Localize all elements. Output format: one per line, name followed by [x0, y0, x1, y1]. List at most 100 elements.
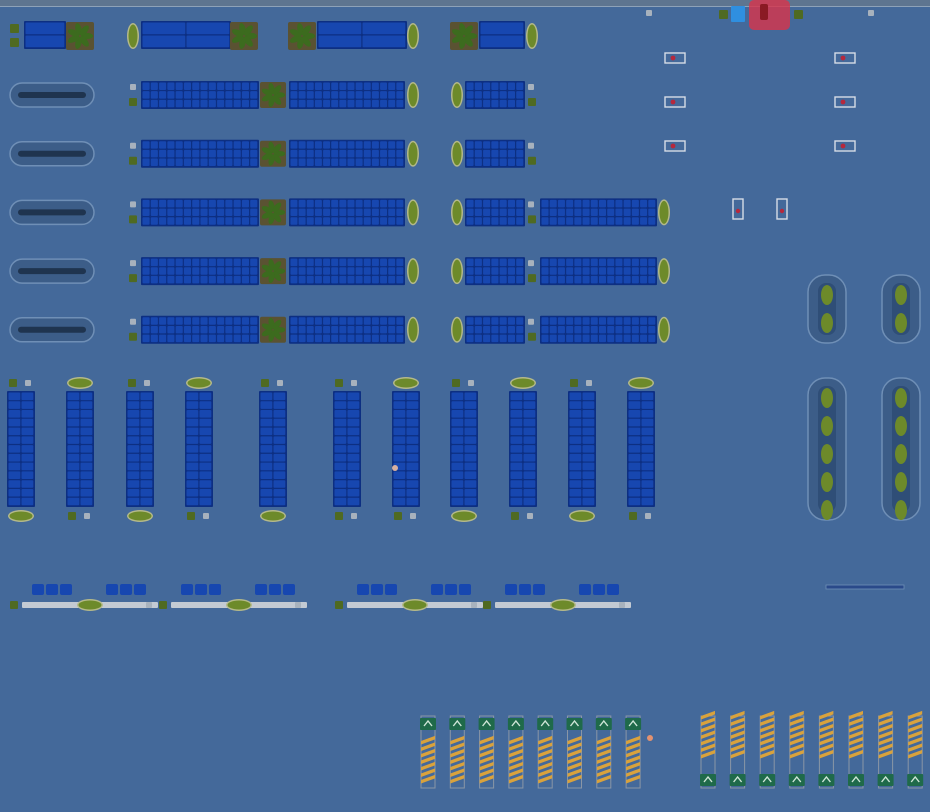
- seat[interactable]: [331, 199, 339, 208]
- seat[interactable]: [623, 267, 631, 275]
- seat[interactable]: [331, 158, 339, 166]
- seat[interactable]: [339, 158, 347, 166]
- seat[interactable]: [640, 275, 648, 284]
- seat[interactable]: [393, 445, 406, 453]
- seat[interactable]: [541, 275, 549, 284]
- seat[interactable]: [260, 410, 273, 418]
- seat[interactable]: [186, 392, 199, 401]
- seat[interactable]: [631, 199, 639, 208]
- seat[interactable]: [623, 275, 631, 284]
- seat[interactable]: [648, 258, 656, 267]
- seat[interactable]: [142, 99, 150, 108]
- seat[interactable]: [67, 410, 80, 418]
- seat[interactable]: [557, 258, 565, 267]
- seat[interactable]: [260, 445, 273, 453]
- seat[interactable]: [466, 258, 474, 267]
- seat[interactable]: [363, 208, 371, 217]
- seat[interactable]: [466, 267, 474, 275]
- seat[interactable]: [549, 325, 557, 334]
- seat[interactable]: [183, 325, 192, 334]
- seat[interactable]: [396, 267, 404, 275]
- seat[interactable]: [127, 488, 140, 497]
- seat[interactable]: [217, 208, 225, 217]
- seat[interactable]: [371, 149, 379, 158]
- seat[interactable]: [483, 275, 491, 284]
- seat[interactable]: [250, 149, 258, 158]
- seat[interactable]: [464, 445, 477, 453]
- seat[interactable]: [507, 334, 516, 343]
- gate-left[interactable]: [507, 715, 524, 789]
- seat[interactable]: [569, 427, 582, 436]
- seat[interactable]: [339, 208, 347, 217]
- seat[interactable]: [290, 208, 298, 217]
- seat[interactable]: [21, 436, 34, 444]
- seat[interactable]: [491, 325, 499, 334]
- seat[interactable]: [491, 217, 499, 225]
- seat[interactable]: [192, 258, 200, 267]
- seat[interactable]: [192, 158, 200, 166]
- security-post-icon[interactable]: [664, 52, 686, 64]
- seat[interactable]: [466, 325, 474, 334]
- seat[interactable]: [290, 275, 298, 284]
- seat[interactable]: [464, 471, 477, 479]
- seat[interactable]: [582, 267, 590, 275]
- seat[interactable]: [459, 584, 471, 595]
- seat[interactable]: [208, 275, 216, 284]
- seat[interactable]: [549, 199, 557, 208]
- seat[interactable]: [523, 401, 536, 409]
- seat[interactable]: [67, 488, 80, 497]
- seat[interactable]: [491, 208, 499, 217]
- seat[interactable]: [298, 317, 306, 325]
- seat[interactable]: [8, 427, 21, 436]
- seat[interactable]: [406, 410, 419, 418]
- seat[interactable]: [142, 334, 150, 343]
- seat[interactable]: [127, 401, 140, 409]
- seat[interactable]: [175, 149, 183, 158]
- seat[interactable]: [569, 471, 582, 479]
- seat[interactable]: [499, 258, 507, 267]
- seat[interactable]: [233, 158, 241, 166]
- seat[interactable]: [217, 334, 225, 343]
- seat[interactable]: [134, 584, 146, 595]
- seat[interactable]: [225, 91, 233, 99]
- seat[interactable]: [566, 208, 574, 217]
- seat[interactable]: [233, 141, 241, 149]
- seat[interactable]: [582, 317, 590, 325]
- seat[interactable]: [175, 334, 183, 343]
- seat[interactable]: [371, 267, 379, 275]
- seat[interactable]: [8, 453, 21, 462]
- seat[interactable]: [21, 445, 34, 453]
- seat[interactable]: [200, 149, 208, 158]
- seat[interactable]: [569, 462, 582, 471]
- seat[interactable]: [200, 275, 208, 284]
- seat[interactable]: [21, 427, 34, 436]
- security-post-icon[interactable]: [664, 140, 686, 152]
- seat[interactable]: [491, 158, 499, 166]
- seat[interactable]: [347, 91, 355, 99]
- seat[interactable]: [233, 325, 241, 334]
- gate-right[interactable]: [848, 710, 864, 789]
- seat[interactable]: [510, 427, 523, 436]
- seat[interactable]: [186, 497, 199, 506]
- seat[interactable]: [334, 401, 347, 409]
- seat[interactable]: [208, 158, 216, 166]
- seat[interactable]: [217, 91, 225, 99]
- seat[interactable]: [323, 258, 331, 267]
- seat[interactable]: [175, 325, 183, 334]
- seat[interactable]: [334, 445, 347, 453]
- seat[interactable]: [21, 497, 34, 506]
- seat[interactable]: [380, 82, 388, 90]
- seat[interactable]: [380, 258, 388, 267]
- seat[interactable]: [631, 334, 639, 343]
- gate-chevron-icon[interactable]: [788, 774, 805, 786]
- seat[interactable]: [186, 471, 199, 479]
- seat[interactable]: [290, 82, 298, 90]
- seat[interactable]: [233, 275, 241, 284]
- seat[interactable]: [615, 267, 623, 275]
- seat[interactable]: [298, 141, 306, 149]
- seat[interactable]: [393, 392, 406, 401]
- seat[interactable]: [628, 392, 641, 401]
- seat[interactable]: [175, 258, 183, 267]
- security-post-icon[interactable]: [664, 96, 686, 108]
- seat[interactable]: [464, 488, 477, 497]
